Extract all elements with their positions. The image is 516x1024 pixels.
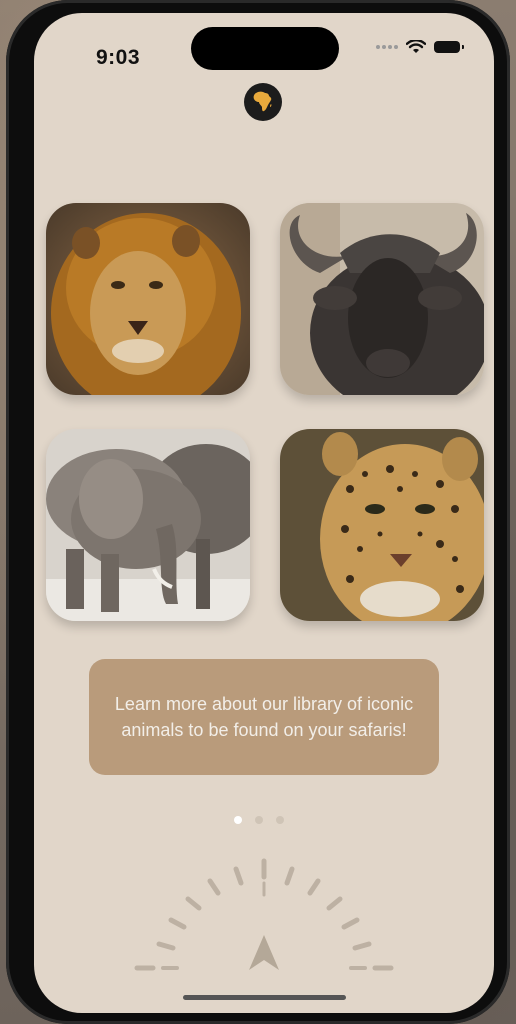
wifi-icon	[406, 40, 426, 53]
battery-icon	[434, 41, 464, 53]
buffalo-tile[interactable]	[280, 203, 484, 395]
lion-tile[interactable]	[46, 203, 250, 395]
lion-photo	[46, 203, 250, 395]
home-indicator[interactable]	[183, 995, 346, 1000]
leopard-photo	[280, 429, 484, 621]
page-dot-3[interactable]	[276, 816, 284, 824]
app-screen: 9:03 Learn more about our library of ico…	[34, 13, 494, 1013]
elephant-tile[interactable]	[46, 429, 250, 621]
compass-dial-icon[interactable]	[129, 855, 399, 985]
elephant-photo	[46, 429, 250, 621]
dynamic-island	[191, 27, 339, 70]
phone-frame: 9:03 Learn more about our library of ico…	[6, 0, 510, 1024]
leopard-tile[interactable]	[280, 429, 484, 621]
page-dot-2[interactable]	[255, 816, 263, 824]
buffalo-photo	[280, 203, 484, 395]
signal-icon	[376, 45, 398, 49]
page-dot-1[interactable]	[234, 816, 242, 824]
africa-map-icon[interactable]	[244, 83, 282, 121]
status-icons	[376, 40, 464, 54]
info-card[interactable]: Learn more about our library of iconic a…	[89, 659, 439, 775]
status-time: 9:03	[96, 46, 141, 69]
page-indicator[interactable]	[234, 816, 284, 824]
info-text: Learn more about our library of iconic a…	[114, 694, 414, 740]
